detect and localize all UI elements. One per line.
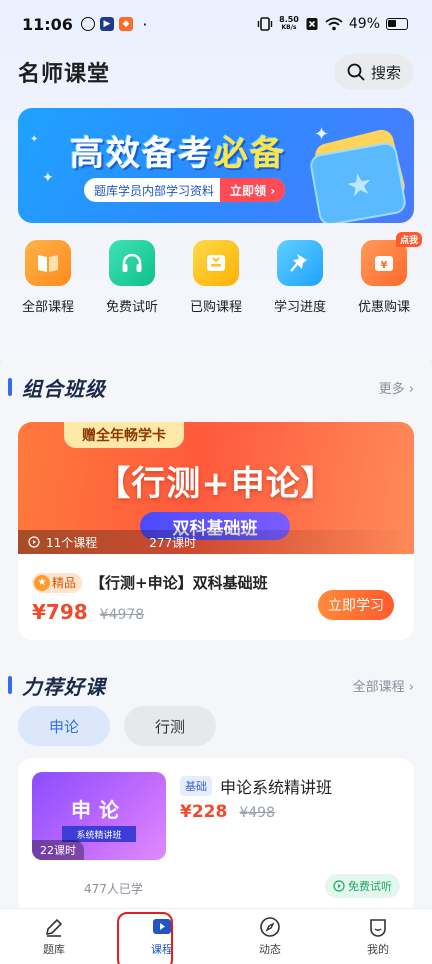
quick-nav-label: 已购课程 [189,300,242,315]
profile-icon [370,919,386,937]
recommend-section-header: 力荐好课 全部课程 › [0,670,432,700]
app-notification-icon [80,17,95,31]
cover-meta: 11个课程 277课时 [18,530,414,554]
banner-tag[interactable]: 题库学员内部学习资料 立即领 › [84,178,286,202]
quick-nav-all-courses[interactable]: 全部课程 [6,240,90,320]
vibrate-icon [257,17,273,31]
selection-highlight [117,912,173,964]
status-right: 8.50 KB/s 49% [257,16,408,32]
nav-tab-courses[interactable]: 课程 [117,912,197,964]
banner-claim-button[interactable]: 立即领 › [220,178,286,202]
nav-tab-me[interactable]: 我的 [343,916,413,957]
sparkle-icon: ✦ [30,134,39,145]
status-time: 11:06 [22,14,73,34]
quick-nav-label: 免费试听 [105,300,158,315]
course-title: 申论系统精讲班 [220,778,333,797]
combo-section-header: 组合班级 更多 › [0,372,432,402]
app-notification-icon: ▶ [99,17,114,31]
search-label: 搜索 [370,63,401,82]
battery-icon [386,18,408,30]
current-price: ¥798 [32,600,88,624]
course-cover: 赠全年畅学卡 【行测+申论】 双科基础班 11个课程 277课时 [18,422,414,554]
combo-more-link[interactable]: 更多 › [379,378,414,397]
price-row: ¥228 ¥498 [180,802,275,822]
quick-nav-discount[interactable]: ¥ 点我 优惠购课 [342,232,426,320]
subject-tabs: 申论 行测 [18,706,216,746]
course-title-row: ★ 精品 【行测+申论】双科基础班 [32,572,268,593]
price-row: ¥798 ¥4978 [32,600,144,624]
banner-card-illustration: ★ [308,127,410,223]
tab-shenlun[interactable]: 申论 [18,706,110,746]
cover-title: 申论 [71,798,127,822]
medal-icon: ★ [34,574,50,591]
quick-nav-free-trial[interactable]: 免费试听 [90,240,174,320]
section-accent-bar [8,676,12,694]
quick-nav-progress[interactable]: 学习进度 [258,240,342,320]
banner-title: 高效备考必备 [70,134,286,174]
net-speed: 8.50 KB/s [279,15,299,32]
section-title: 力荐好课 [22,674,106,699]
battery-percent: 49% [348,16,380,32]
original-price: ¥498 [239,805,275,821]
headphones-icon [109,240,155,286]
header: 名师课堂 搜索 [0,52,432,92]
all-courses-link[interactable]: 全部课程 › [353,676,414,695]
svg-text:¥: ¥ [381,260,388,271]
pencil-icon [45,918,63,937]
nav-label: 我的 [367,943,389,956]
original-price: ¥4978 [99,607,145,623]
level-tag: 基础 [180,776,212,796]
free-trial-button[interactable]: 免费试听 [325,874,400,898]
premium-badge: ★ 精品 [32,572,83,593]
page-title: 名师课堂 [18,62,111,87]
more-dots-icon: · [142,14,148,34]
promo-banner[interactable]: ✦ ✦ ✦ 高效备考必备 题库学员内部学习资料 立即领 › ★ [18,108,414,223]
cover-ribbon: 赠全年畅学卡 [64,422,184,448]
section-accent-bar [8,378,12,396]
quick-nav: 全部课程 免费试听 已购课程 学习进度 ¥ 点我 优惠购课 [0,232,432,320]
inbox-icon [193,240,239,286]
nav-tab-question-bank[interactable]: 题库 [19,916,89,957]
app-notification-icon: ◆ [118,17,133,31]
hour-count: 277课时 [149,535,197,550]
compass-icon [260,917,280,937]
combo-course-card[interactable]: 赠全年畅学卡 【行测+申论】 双科基础班 11个课程 277课时 ★ 精品 【行… [18,422,414,640]
quick-nav-purchased[interactable]: 已购课程 [174,240,258,320]
pin-icon [277,240,323,286]
current-price: ¥228 [180,802,228,822]
start-study-button[interactable]: 立即学习 [318,590,394,620]
no-sim-icon [306,18,318,30]
book-icon [25,240,71,286]
play-circle-icon [28,536,40,548]
tab-xingce[interactable]: 行测 [124,706,216,746]
nav-tab-feed[interactable]: 动态 [235,916,305,957]
section-title: 组合班级 [22,376,106,401]
recommended-course-card[interactable]: 申论 系统精讲班 22课时 基础 申论系统精讲班 ¥228 ¥498 477人已… [18,758,414,914]
course-title: 【行测+申论】双科基础班 [90,574,268,592]
course-title-row: 基础 申论系统精讲班 [180,774,332,798]
content-panel: 组合班级 更多 › 赠全年畅学卡 【行测+申论】 双科基础班 11个课程 277… [0,352,432,914]
status-bar: 11:06 ▶ ◆ · 8.50 KB/s 49% [0,0,432,48]
sparkle-icon: ✦ [42,170,54,186]
cover-title: 【行测+申论】 [96,464,336,504]
quick-nav-label: 全部课程 [21,300,74,315]
learner-count: 477人已学 [84,882,143,896]
hour-count: 22课时 [32,840,84,860]
bottom-nav: 题库 课程 动态 我的 [0,908,432,964]
quick-nav-label: 学习进度 [273,300,326,315]
wifi-icon [325,17,343,31]
play-circle-icon [333,880,345,892]
quick-nav-label: 优惠购课 [357,300,410,315]
banner-tag-text: 题库学员内部学习资料 [94,183,215,198]
nav-label: 题库 [43,943,65,956]
discount-badge: 点我 [395,232,422,247]
lesson-count: 11个课程 [46,535,98,550]
search-icon [347,63,365,81]
nav-label: 动态 [259,943,281,956]
search-button[interactable]: 搜索 [334,54,414,90]
